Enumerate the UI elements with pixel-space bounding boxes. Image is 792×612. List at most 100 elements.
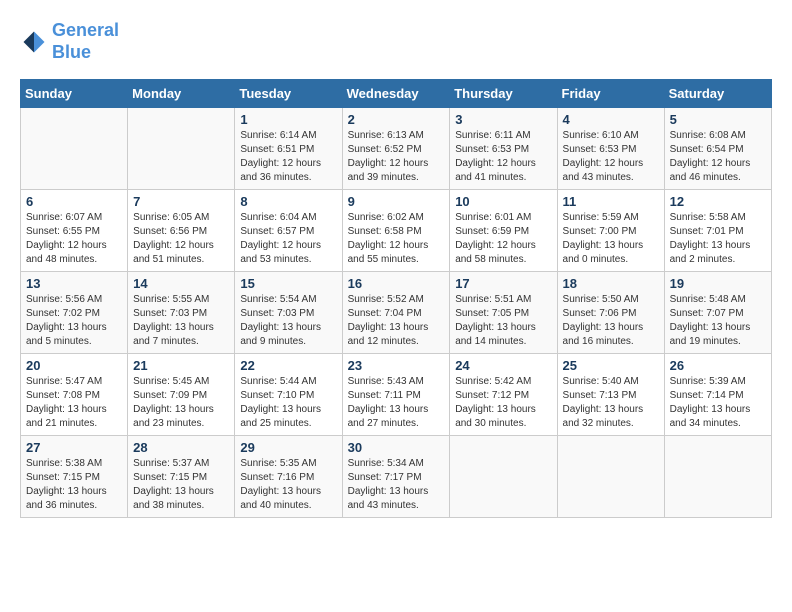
weekday-header-friday: Friday [557, 80, 664, 108]
calendar-cell [664, 436, 771, 518]
calendar-cell: 20Sunrise: 5:47 AMSunset: 7:08 PMDayligh… [21, 354, 128, 436]
day-info: Sunrise: 5:48 AMSunset: 7:07 PMDaylight:… [670, 293, 766, 349]
calendar-week-row: 13Sunrise: 5:56 AMSunset: 7:02 PMDayligh… [21, 272, 772, 354]
calendar-week-row: 27 Sunrise: 5:38 AMSunset: 7:15 PMDayligh… [21, 436, 772, 518]
weekday-header-saturday: Saturday [664, 80, 771, 108]
day-info: Sunrise: 6:08 AMSunset: 6:54 PMDaylight:… [670, 129, 766, 185]
day-info: Sunrise: 5:55 AMSunset: 7:03 PMDaylight:… [133, 293, 229, 349]
day-info: Sunrise: 6:11 AMSunset: 6:53 PMDaylight:… [455, 129, 551, 185]
day-info: Sunrise: 6:07 AMSunset: 6:55 PMDaylight:… [26, 211, 122, 267]
logo: General Blue [20, 20, 119, 63]
day-number: 29 [240, 440, 336, 455]
calendar-cell: 26Sunrise: 5:39 AMSunset: 7:14 PMDayligh… [664, 354, 771, 436]
day-number: 6 [26, 194, 122, 209]
weekday-header-row: SundayMondayTuesdayWednesdayThursdayFrid… [21, 80, 772, 108]
calendar-cell: 28Sunrise: 5:37 AMSunset: 7:15 PMDayligh… [128, 436, 235, 518]
calendar-cell: 2 Sunrise: 6:13 AMSunset: 6:52 PMDaylight… [342, 108, 450, 190]
logo-text: General Blue [52, 20, 119, 63]
calendar-cell [128, 108, 235, 190]
day-number: 12 [670, 194, 766, 209]
calendar-cell: 29 Sunrise: 5:35 AMSunset: 7:16 PMDayligh… [235, 436, 342, 518]
day-number: 3 [455, 112, 551, 127]
day-info: Sunrise: 5:42 AMSunset: 7:12 PMDaylight:… [455, 375, 551, 431]
day-info: Sunrise: 6:02 AMSunset: 6:58 PMDaylight:… [348, 211, 445, 267]
weekday-header-sunday: Sunday [21, 80, 128, 108]
day-number: 23 [348, 358, 445, 373]
weekday-header-tuesday: Tuesday [235, 80, 342, 108]
calendar-week-row: 20Sunrise: 5:47 AMSunset: 7:08 PMDayligh… [21, 354, 772, 436]
calendar-cell: 18 Sunrise: 5:50 AMSunset: 7:06 PMDayligh… [557, 272, 664, 354]
day-number: 4 [563, 112, 659, 127]
calendar-cell: 10 Sunrise: 6:01 AMSunset: 6:59 PMDayligh… [450, 190, 557, 272]
day-number: 15 [240, 276, 336, 291]
calendar-cell [21, 108, 128, 190]
day-info: Sunrise: 6:10 AMSunset: 6:53 PMDaylight:… [563, 129, 659, 185]
calendar-cell: 1 Sunrise: 6:14 AMSunset: 6:51 PMDaylight… [235, 108, 342, 190]
calendar-week-row: 6 Sunrise: 6:07 AMSunset: 6:55 PMDaylight… [21, 190, 772, 272]
day-number: 16 [348, 276, 445, 291]
calendar-table: SundayMondayTuesdayWednesdayThursdayFrid… [20, 79, 772, 518]
weekday-header-thursday: Thursday [450, 80, 557, 108]
calendar-cell: 17Sunrise: 5:51 AMSunset: 7:05 PMDayligh… [450, 272, 557, 354]
page-header: General Blue [20, 20, 772, 63]
calendar-cell [557, 436, 664, 518]
day-info: Sunrise: 5:59 AMSunset: 7:00 PMDaylight:… [563, 211, 659, 267]
day-info: Sunrise: 5:35 AMSunset: 7:16 PMDaylight:… [240, 457, 336, 513]
day-number: 20 [26, 358, 122, 373]
day-number: 10 [455, 194, 551, 209]
day-number: 28 [133, 440, 229, 455]
day-number: 7 [133, 194, 229, 209]
day-info: Sunrise: 5:58 AMSunset: 7:01 PMDaylight:… [670, 211, 766, 267]
day-number: 18 [563, 276, 659, 291]
day-info: Sunrise: 5:43 AMSunset: 7:11 PMDaylight:… [348, 375, 445, 431]
day-number: 21 [133, 358, 229, 373]
calendar-cell: 12 Sunrise: 5:58 AMSunset: 7:01 PMDayligh… [664, 190, 771, 272]
day-number: 22 [240, 358, 336, 373]
day-number: 24 [455, 358, 551, 373]
day-info: Sunrise: 5:45 AMSunset: 7:09 PMDaylight:… [133, 375, 229, 431]
calendar-cell: 21 Sunrise: 5:45 AMSunset: 7:09 PMDayligh… [128, 354, 235, 436]
calendar-cell: 19 Sunrise: 5:48 AMSunset: 7:07 PMDayligh… [664, 272, 771, 354]
day-number: 2 [348, 112, 445, 127]
calendar-cell: 11 Sunrise: 5:59 AMSunset: 7:00 PMDayligh… [557, 190, 664, 272]
calendar-cell: 4 Sunrise: 6:10 AMSunset: 6:53 PMDaylight… [557, 108, 664, 190]
day-info: Sunrise: 5:38 AMSunset: 7:15 PMDaylight:… [26, 457, 122, 513]
calendar-cell: 22Sunrise: 5:44 AMSunset: 7:10 PMDayligh… [235, 354, 342, 436]
day-info: Sunrise: 5:40 AMSunset: 7:13 PMDaylight:… [563, 375, 659, 431]
calendar-cell: 30Sunrise: 5:34 AMSunset: 7:17 PMDayligh… [342, 436, 450, 518]
calendar-week-row: 1 Sunrise: 6:14 AMSunset: 6:51 PMDaylight… [21, 108, 772, 190]
calendar-cell [450, 436, 557, 518]
day-info: Sunrise: 5:39 AMSunset: 7:14 PMDaylight:… [670, 375, 766, 431]
calendar-cell: 6 Sunrise: 6:07 AMSunset: 6:55 PMDaylight… [21, 190, 128, 272]
day-info: Sunrise: 6:04 AMSunset: 6:57 PMDaylight:… [240, 211, 336, 267]
calendar-cell: 23 Sunrise: 5:43 AMSunset: 7:11 PMDayligh… [342, 354, 450, 436]
logo-icon [20, 28, 48, 56]
calendar-cell: 13Sunrise: 5:56 AMSunset: 7:02 PMDayligh… [21, 272, 128, 354]
calendar-cell: 27 Sunrise: 5:38 AMSunset: 7:15 PMDayligh… [21, 436, 128, 518]
calendar-cell: 3 Sunrise: 6:11 AMSunset: 6:53 PMDaylight… [450, 108, 557, 190]
calendar-cell: 7 Sunrise: 6:05 AMSunset: 6:56 PMDaylight… [128, 190, 235, 272]
day-number: 30 [348, 440, 445, 455]
day-info: Sunrise: 6:13 AMSunset: 6:52 PMDaylight:… [348, 129, 445, 185]
calendar-cell: 8Sunrise: 6:04 AMSunset: 6:57 PMDaylight… [235, 190, 342, 272]
day-info: Sunrise: 6:01 AMSunset: 6:59 PMDaylight:… [455, 211, 551, 267]
day-number: 27 [26, 440, 122, 455]
day-number: 5 [670, 112, 766, 127]
day-number: 13 [26, 276, 122, 291]
day-number: 1 [240, 112, 336, 127]
day-number: 9 [348, 194, 445, 209]
day-number: 19 [670, 276, 766, 291]
calendar-cell: 24 Sunrise: 5:42 AMSunset: 7:12 PMDayligh… [450, 354, 557, 436]
day-number: 17 [455, 276, 551, 291]
calendar-cell: 5 Sunrise: 6:08 AMSunset: 6:54 PMDaylight… [664, 108, 771, 190]
calendar-cell: 25Sunrise: 5:40 AMSunset: 7:13 PMDayligh… [557, 354, 664, 436]
day-info: Sunrise: 5:54 AMSunset: 7:03 PMDaylight:… [240, 293, 336, 349]
day-info: Sunrise: 5:50 AMSunset: 7:06 PMDaylight:… [563, 293, 659, 349]
calendar-cell: 9 Sunrise: 6:02 AMSunset: 6:58 PMDaylight… [342, 190, 450, 272]
day-number: 14 [133, 276, 229, 291]
calendar-cell: 14 Sunrise: 5:55 AMSunset: 7:03 PMDayligh… [128, 272, 235, 354]
calendar-cell: 16Sunrise: 5:52 AMSunset: 7:04 PMDayligh… [342, 272, 450, 354]
day-info: Sunrise: 6:14 AMSunset: 6:51 PMDaylight:… [240, 129, 336, 185]
day-number: 11 [563, 194, 659, 209]
day-info: Sunrise: 6:05 AMSunset: 6:56 PMDaylight:… [133, 211, 229, 267]
